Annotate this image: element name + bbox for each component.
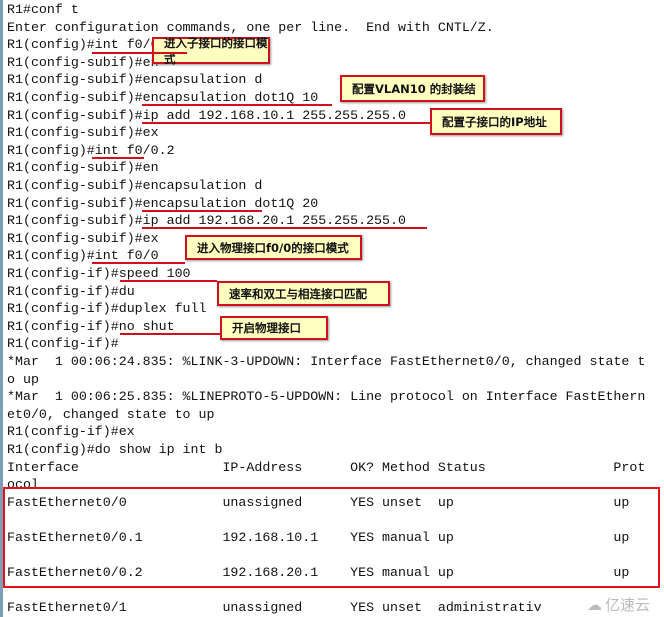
terminal-line: et0/0, changed state to up bbox=[7, 406, 215, 422]
terminal-line: R1(config-if)#ex bbox=[7, 424, 135, 440]
annotation-subinterface-ip: 配置子接口的IP地址 bbox=[430, 108, 562, 135]
terminal-line: R1(config-if)#du bbox=[7, 283, 135, 299]
terminal-line: R1(config-if)# bbox=[7, 336, 119, 352]
underline bbox=[142, 122, 430, 124]
terminal-line: R1(config-subif)#en bbox=[7, 54, 159, 70]
annotation-no-shut: 开启物理接口 bbox=[220, 316, 328, 340]
underline bbox=[142, 210, 262, 212]
terminal-line: *Mar 1 00:06:24.835: %LINK-3-UPDOWN: Int… bbox=[7, 354, 646, 369]
underline bbox=[92, 52, 187, 54]
terminal-line: FastEthernet0/1 unassigned YES unset adm… bbox=[7, 600, 542, 616]
terminal-line: R1(config)#do show ip int b bbox=[7, 442, 223, 457]
terminal-line: R1(config-subif)#ex bbox=[7, 230, 159, 246]
underline bbox=[142, 227, 427, 229]
annotation-vlan10-encapsulation: 配置VLAN10 的封装结 bbox=[340, 75, 485, 102]
terminal-line: R1#conf t bbox=[7, 2, 79, 17]
underline bbox=[120, 280, 217, 282]
watermark-text: 亿速云 bbox=[604, 596, 650, 614]
underline bbox=[92, 262, 185, 264]
cloud-logo-icon: ☁ bbox=[586, 595, 602, 614]
watermark: ☁ 亿速云 bbox=[587, 594, 650, 615]
terminal-line: R1(config-subif)#en bbox=[7, 160, 159, 176]
terminal-line: Interface IP-Address OK? Method Status P… bbox=[7, 459, 646, 475]
terminal-line: R1(config-if)#duplex full bbox=[7, 301, 207, 317]
underline bbox=[92, 157, 144, 159]
terminal-line: R1(config-subif)#ex bbox=[7, 125, 159, 141]
underline bbox=[142, 104, 332, 106]
terminal-line: o up bbox=[7, 371, 39, 387]
terminal-line: R1(config-subif)#encapsulation d bbox=[7, 72, 263, 88]
annotation-subinterface-mode: 进入子接口的接口模式 bbox=[152, 36, 270, 66]
underline bbox=[120, 333, 220, 335]
interface-table-highlight bbox=[3, 487, 660, 588]
terminal-line: R1(config)#int f0/0.2 bbox=[7, 142, 175, 158]
annotation-speed-duplex: 速率和双工与相连接口匹配 bbox=[217, 281, 390, 306]
terminal-line: *Mar 1 00:06:25.835: %LINEPROTO-5-UPDOWN… bbox=[7, 389, 646, 405]
terminal-line: R1(config-subif)#encapsulation d bbox=[7, 178, 263, 193]
annotation-physical-interface-mode: 进入物理接口f0/0的接口模式 bbox=[185, 235, 362, 260]
